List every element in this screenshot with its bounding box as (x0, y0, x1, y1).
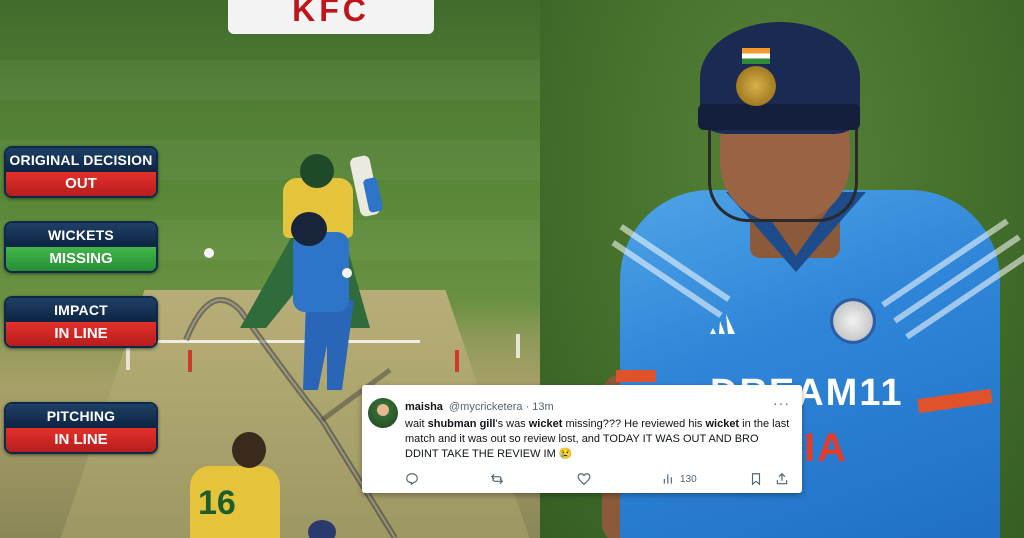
jersey-stripe (905, 250, 1024, 340)
adidas-logo-icon (710, 314, 735, 334)
like-icon[interactable] (577, 471, 591, 487)
drs-pitching: PITCHING IN LINE (4, 402, 158, 454)
tweet-text-keyword: wicket (528, 418, 563, 430)
india-flag-icon (742, 48, 770, 64)
bcci-crest-icon (736, 66, 776, 106)
more-options-icon[interactable]: ··· (773, 395, 790, 411)
wicket-keeper-head (232, 432, 266, 468)
tweet-text-run: wait (405, 418, 428, 430)
jersey-stripe (611, 240, 723, 318)
tweet-text: wait shubman gill's was wicket missing??… (405, 417, 795, 462)
jersey-stripe (893, 234, 1021, 324)
drs-original-decision: ORIGINAL DECISION OUT (4, 146, 158, 198)
composite-screenshot: KFC 16 ORIGINAL DECISION OUT WICKETS MIS… (0, 0, 1024, 538)
drs-original-decision-value: OUT (6, 172, 156, 196)
tweet-text-run: missing??? He reviewed his (562, 418, 706, 430)
tweet-handle[interactable]: @mycricketera (449, 401, 523, 413)
drs-impact-value: IN LINE (6, 322, 156, 346)
bowler-helmet (300, 154, 334, 188)
drs-pitching-label: PITCHING (6, 404, 156, 428)
tweet-card[interactable]: maisha @mycricketera · 13m ··· wait shub… (362, 385, 802, 493)
tweet-timestamp[interactable]: 13m (532, 401, 553, 413)
drs-pitching-value: IN LINE (6, 428, 156, 452)
keeper-shirt-number: 16 (198, 484, 236, 522)
drs-impact-label: IMPACT (6, 298, 156, 322)
reply-icon[interactable] (405, 471, 419, 487)
avatar[interactable] (368, 398, 398, 428)
views-count: 130 (680, 473, 697, 485)
kfc-billboard: KFC (228, 0, 434, 34)
cricket-ball-tracked (342, 268, 352, 278)
drs-wickets-value: MISSING (6, 247, 156, 271)
drs-impact: IMPACT IN LINE (4, 296, 158, 348)
tweet-separator: · (525, 401, 530, 413)
umpire-head (308, 520, 336, 538)
cricket-ball (204, 248, 214, 258)
views-icon[interactable]: 130 (662, 471, 697, 487)
jersey-stripe (619, 224, 731, 302)
sleeve-trim (616, 370, 656, 382)
bookmark-icon[interactable] (749, 471, 763, 487)
helmet-visor (698, 104, 860, 130)
drs-original-decision-label: ORIGINAL DECISION (6, 148, 156, 172)
jersey-stripe (881, 218, 1009, 308)
share-icon[interactable] (775, 471, 789, 487)
tweet-display-name[interactable]: maisha (405, 401, 443, 413)
batter-helmet (291, 212, 327, 246)
tweet-action-bar: 130 (405, 471, 795, 487)
tweet-header: maisha @mycricketera · 13m (405, 401, 554, 413)
helmet-grille (708, 126, 858, 222)
tweet-text-run: 's was (495, 418, 529, 430)
tweet-text-keyword: shubman gill (427, 418, 496, 430)
drs-wickets-label: WICKETS (6, 223, 156, 247)
bcci-badge-icon (830, 298, 876, 344)
drs-wickets: WICKETS MISSING (4, 221, 158, 273)
retweet-icon[interactable] (490, 471, 504, 487)
jersey-country-text: IA (804, 426, 848, 470)
tweet-text-keyword: wicket (705, 418, 740, 430)
billboard-brand-text: KFC (292, 0, 370, 28)
